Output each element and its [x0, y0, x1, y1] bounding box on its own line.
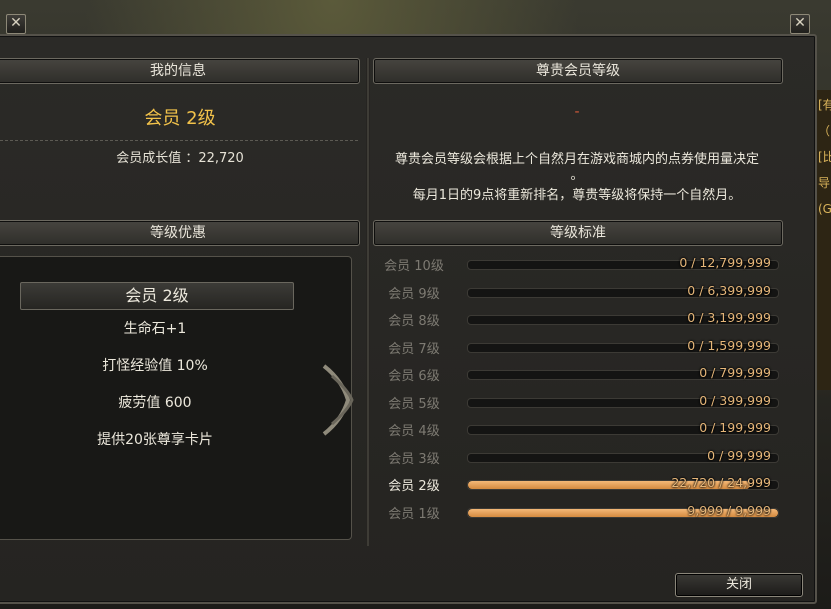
divider-dotted	[0, 140, 358, 141]
close-icon-left[interactable]: ✕	[6, 14, 26, 34]
progress-text: 9,999 / 9,999	[687, 502, 771, 518]
level-label: 会员 6级	[388, 369, 440, 384]
my-info-header: 我的信息	[0, 58, 360, 84]
progress-text: 0 / 3,199,999	[687, 310, 771, 325]
progress-text: 0 / 399,999	[699, 392, 771, 408]
level-label: 会员 10级	[384, 259, 444, 274]
member-level-title: 会员 2级	[144, 108, 216, 129]
peek-text: [有	[818, 98, 831, 112]
progress-text: 0 / 799,999	[699, 365, 771, 380]
level-label: 会员 9级	[388, 286, 440, 302]
description-line1b: 。	[570, 168, 584, 183]
peek-text: [比	[818, 150, 831, 164]
description-line2: 每月1日的9点将重新排名，尊贵等级将保持一个自然月。	[412, 188, 742, 203]
level-label: 会员 3级	[388, 451, 440, 467]
peek-text: (G	[818, 202, 831, 216]
level-label: 会员 5级	[388, 396, 440, 412]
level-label: 会员 4级	[388, 424, 440, 439]
benefit-item: 疲劳值 600	[118, 395, 192, 411]
progress-text: 0 / 199,999	[699, 420, 771, 435]
panel-divider	[366, 58, 370, 546]
progress-text: 0 / 1,599,999	[687, 337, 771, 353]
growth-value: 会员成长值 ：22,720	[116, 151, 244, 166]
close-button[interactable]: 关闭	[675, 573, 803, 597]
benefit-level-label: 会员 2级	[20, 282, 294, 310]
progress-text: 0 / 99,999	[707, 447, 771, 463]
peek-text: （	[818, 124, 831, 138]
next-arrow-icon[interactable]	[318, 360, 358, 440]
progress-text: 22,720 / 24,999	[671, 475, 771, 490]
level-label: 会员 1级	[388, 506, 440, 522]
close-icon[interactable]: ✕	[790, 14, 810, 34]
peek-text: 导	[818, 176, 831, 190]
benefit-item: 提供20张尊享卡片	[97, 432, 213, 448]
benefit-item: 生命石+1	[123, 321, 187, 337]
vip-level-header: 尊贵会员等级	[373, 58, 783, 84]
progress-text: 0 / 6,399,999	[687, 282, 771, 298]
level-label: 会员 2级	[388, 479, 440, 494]
level-label: 会员 7级	[388, 341, 440, 357]
level-label: 会员 8级	[388, 314, 440, 329]
benefit-item: 打怪经验值 10%	[102, 358, 208, 374]
progress-text: 0 / 12,799,999	[679, 255, 771, 270]
level-benefits-header: 等级优惠	[0, 220, 360, 246]
level-standard-header: 等级标准	[373, 220, 783, 246]
current-vip-level: -	[574, 104, 580, 120]
